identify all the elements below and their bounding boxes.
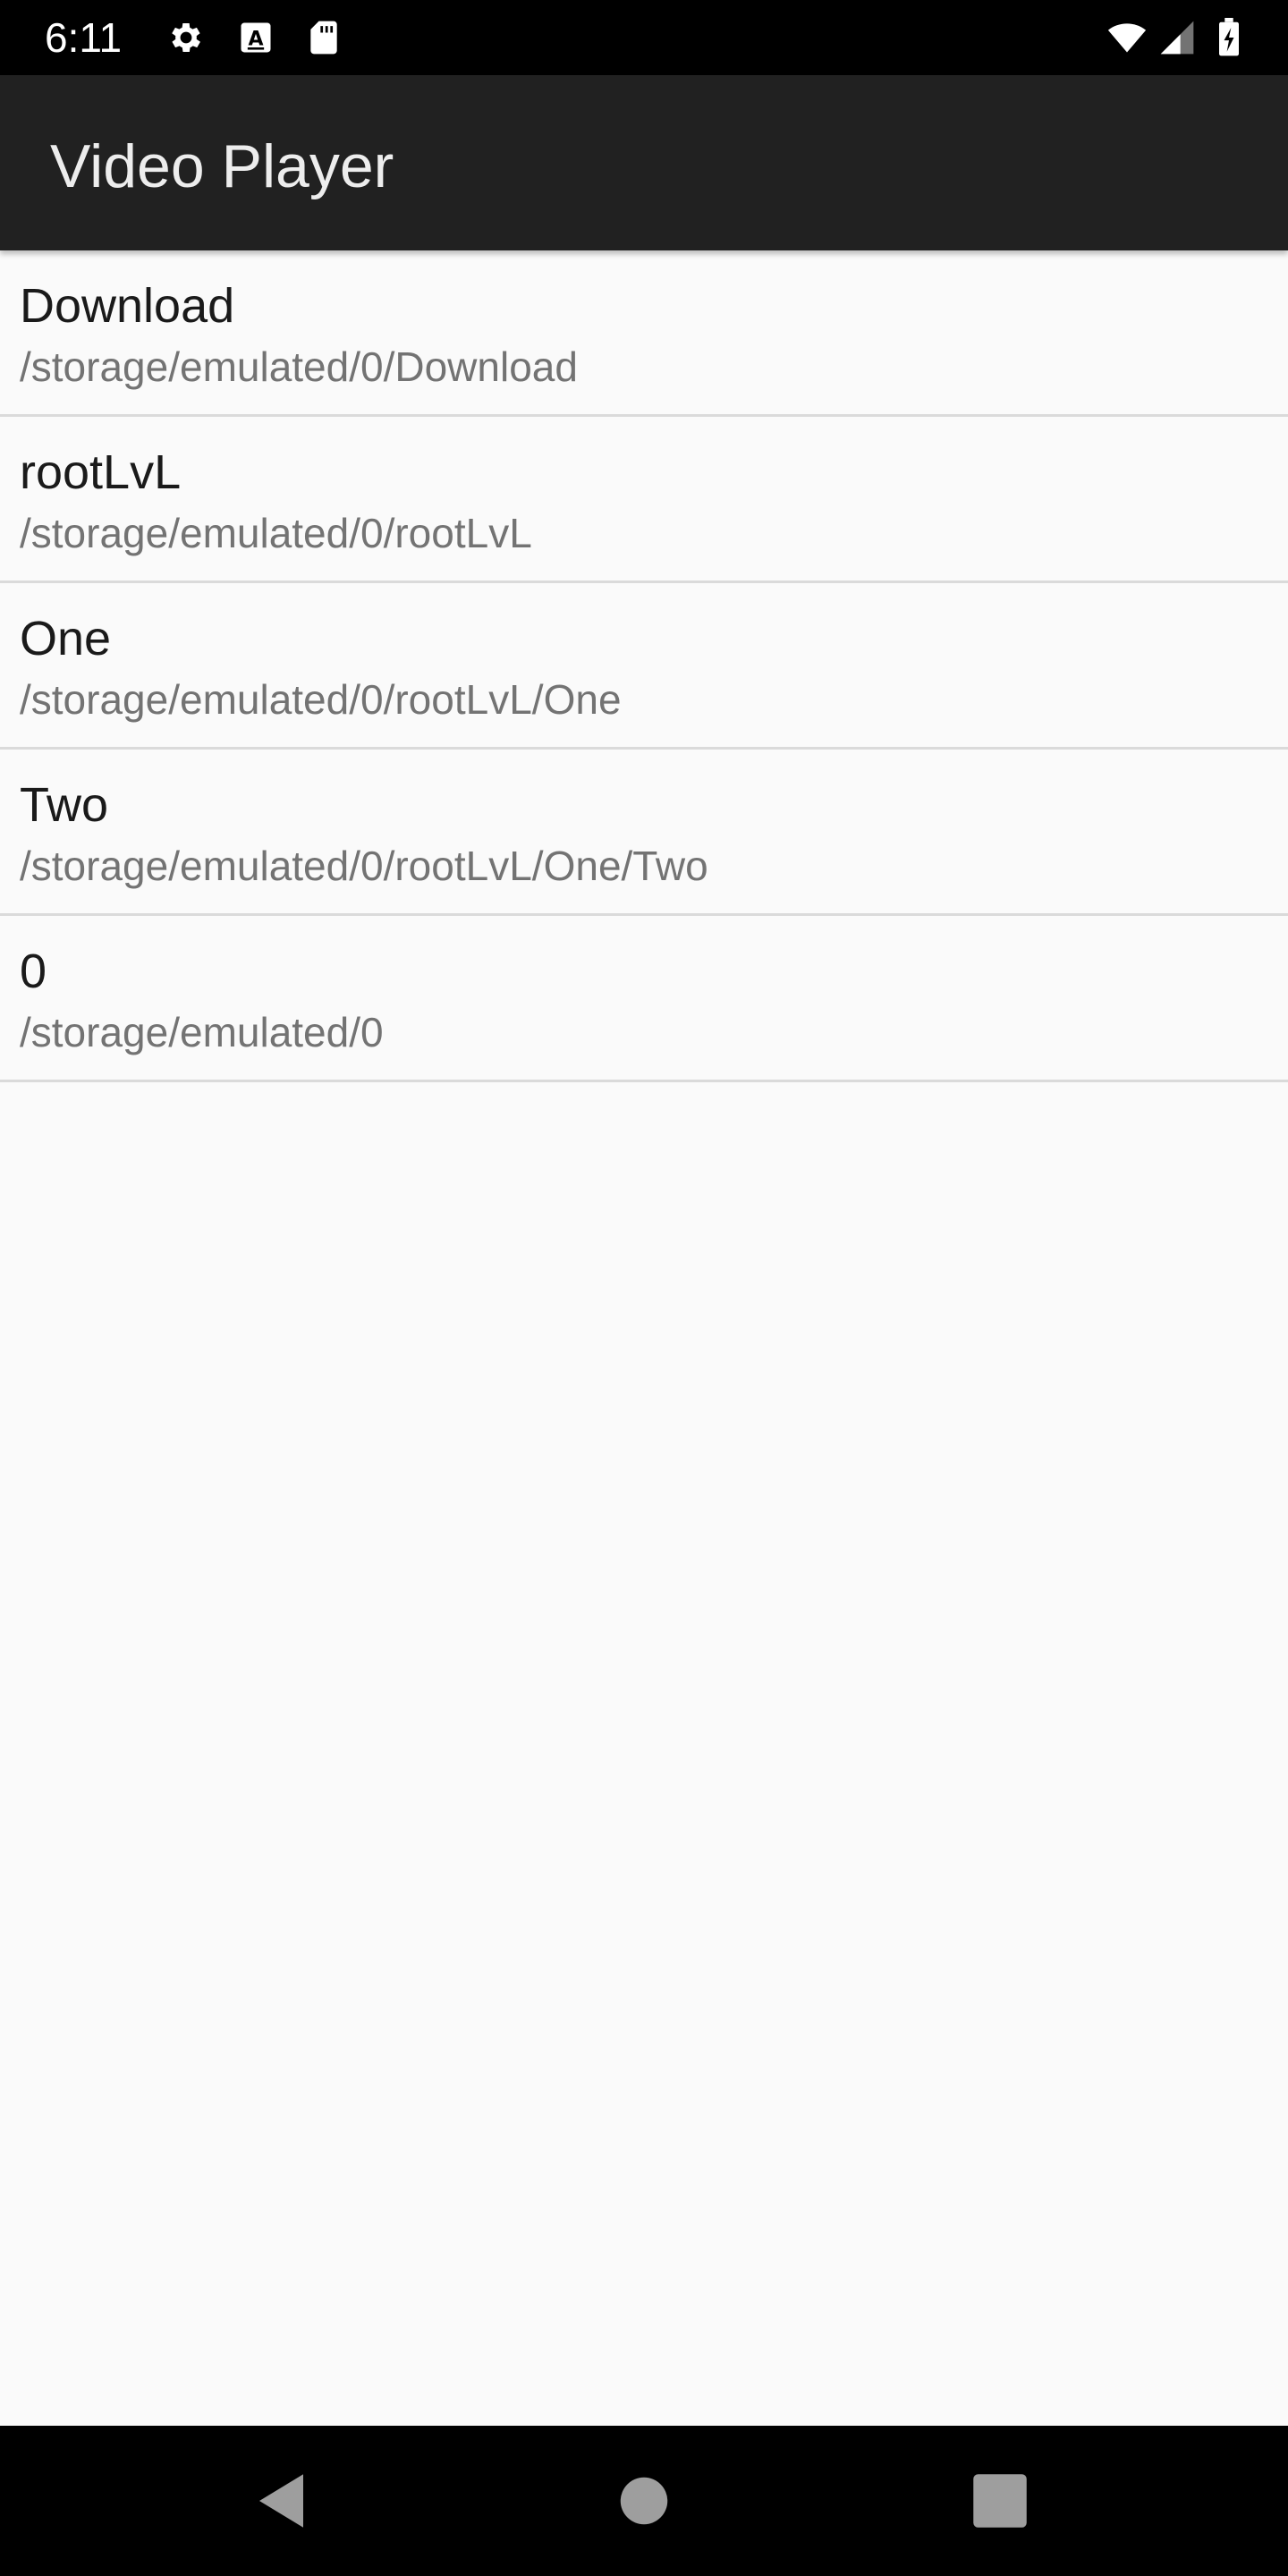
folder-path: /storage/emulated/0/Download xyxy=(20,343,578,390)
folder-path: /storage/emulated/0/rootLvL/One xyxy=(20,676,622,723)
status-bar: 6:11 A xyxy=(0,0,1288,75)
app-title: Video Player xyxy=(50,132,394,200)
screen: 6:11 A Video Player Download /storage/em… xyxy=(0,0,1288,2576)
recents-icon[interactable] xyxy=(962,2463,1038,2538)
navigation-bar xyxy=(0,2426,1288,2576)
list-item[interactable]: rootLvL /storage/emulated/0/rootLvL xyxy=(0,417,1288,583)
home-icon[interactable] xyxy=(606,2463,682,2538)
list-item[interactable]: 0 /storage/emulated/0 xyxy=(0,916,1288,1082)
folder-name: rootLvL xyxy=(20,445,182,499)
folder-path: /storage/emulated/0 xyxy=(20,1009,384,1055)
list-item[interactable]: Two /storage/emulated/0/rootLvL/One/Two xyxy=(0,750,1288,916)
folder-name: 0 xyxy=(20,945,47,998)
folder-path: /storage/emulated/0/rootLvL xyxy=(20,510,532,556)
signal-icon xyxy=(1157,18,1197,57)
app-bar: Video Player xyxy=(0,75,1288,250)
wifi-icon xyxy=(1102,18,1152,57)
back-icon[interactable] xyxy=(247,2463,322,2538)
sd-card-icon xyxy=(304,18,343,57)
list-item[interactable]: One /storage/emulated/0/rootLvL/One xyxy=(0,583,1288,750)
svg-text:A: A xyxy=(248,28,263,50)
folder-list: Download /storage/emulated/0/Download ro… xyxy=(0,250,1288,1082)
list-item[interactable]: Download /storage/emulated/0/Download xyxy=(0,250,1288,417)
a-badge-icon: A xyxy=(236,18,275,57)
folder-name: Two xyxy=(20,778,109,832)
folder-path: /storage/emulated/0/rootLvL/One/Two xyxy=(20,843,708,889)
status-time: 6:11 xyxy=(45,14,123,61)
folder-name: One xyxy=(20,612,112,665)
battery-charging-icon xyxy=(1213,18,1245,57)
folder-name: Download xyxy=(20,279,235,333)
gear-icon xyxy=(166,18,206,57)
